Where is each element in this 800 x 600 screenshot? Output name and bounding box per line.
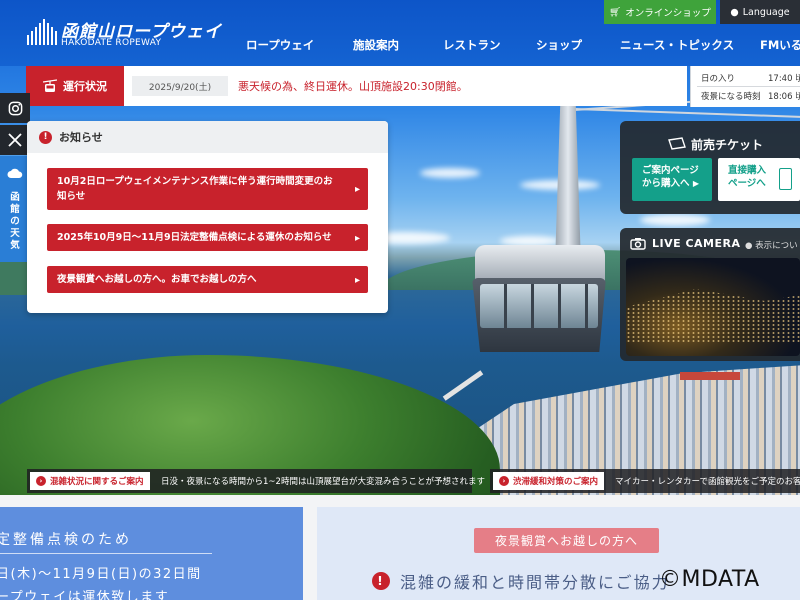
direct-purchase-button[interactable]: 直接購入 ページへ [718, 158, 800, 201]
night-view-time: 18:06 頃 [768, 92, 800, 102]
arrow-circle-icon: ▶ [692, 179, 699, 189]
live-camera-title: LIVE CAMERA [652, 237, 741, 250]
operation-status-tag: 運行状況 [26, 66, 124, 106]
status-date: 2025/9/20(土) [132, 76, 228, 96]
gondola-arm [555, 105, 581, 265]
ticker-label: › 混雑状況に関するご案内 [30, 472, 150, 490]
news-item-label: 2025年10月9日～11月9日法定整備点検による運休のお知らせ [57, 232, 332, 243]
guide-purchase-button[interactable]: ご案内ページ から購入へ ▶ [632, 158, 712, 201]
site-header: 函館山ロープウェイ HAKODATE ROPEWAY 🛒︎ オンラインショップ … [0, 0, 800, 66]
news-item-label: 夜景観賞へお越しの方へ。お車でお越しの方へ [57, 274, 257, 285]
status-message[interactable]: 悪天候の為、終日運休。山頂施設20:30閉館。 [238, 78, 468, 94]
site-logo[interactable]: 函館山ロープウェイ HAKODATE ROPEWAY [27, 16, 221, 50]
smartphone-icon [779, 168, 792, 190]
online-shop-button[interactable]: 🛒︎ オンラインショップ [604, 0, 716, 24]
exclamation-icon: ! [39, 130, 52, 144]
news-panel-header: ! お知らせ [27, 121, 388, 153]
nav-facilities[interactable]: 施設案内 [353, 37, 443, 53]
gondola-icon [43, 79, 57, 92]
arrow-circle-icon: › [36, 476, 46, 486]
news-panel-title: お知らせ [59, 131, 103, 144]
nav-fm[interactable]: FMいる [760, 37, 800, 53]
info-icon: ● [745, 241, 753, 251]
language-button[interactable]: ● Language [720, 0, 800, 24]
sunset-info: 日の入り 17:40 頃 夜景になる時刻 18:06 頃 [690, 66, 800, 107]
globe-icon: ● [730, 6, 739, 18]
weather-label: 函館の天気 [10, 192, 20, 251]
guide-purchase-line1: ご案内ページ [642, 165, 699, 176]
ticker-label-text: 渋滞緩和対策のご案内 [513, 477, 599, 487]
traffic-ticker[interactable]: › 渋滞緩和対策のご案内 マイカー・レンタカーで函館観光をご予定のお客様へ [490, 469, 800, 493]
arrow-right-icon: ▸ [354, 274, 360, 286]
guide-purchase-line2: から購入へ [642, 178, 690, 190]
live-camera-panel[interactable]: LIVE CAMERA ● 表示につい [620, 228, 800, 361]
night-view-label: 夜景になる時刻 [701, 92, 761, 102]
nav-restaurant[interactable]: レストラン [443, 37, 536, 53]
online-shop-label: オンラインショップ [625, 8, 711, 19]
arrow-circle-icon: › [499, 476, 509, 486]
language-label: Language [742, 6, 790, 18]
gondola-window [480, 284, 598, 328]
nav-shop[interactable]: ショップ [536, 37, 620, 53]
nav-ropeway[interactable]: ロープウェイ [246, 37, 353, 53]
ropeway-logo-icon [27, 19, 57, 45]
cart-icon: 🛒︎ [609, 6, 622, 18]
news-item[interactable]: 10月2日ロープウェイメンテナンス作業に伴う運行時間変更のお知らせ ▸ [47, 168, 368, 211]
instagram-link[interactable] [0, 93, 30, 123]
weather-link[interactable]: 函館の天気 [0, 156, 30, 262]
maintenance-line2: 日(木)～11月9日(日)の32日間 [0, 567, 202, 582]
advance-ticket-title: 前売チケット [691, 138, 764, 152]
ticker-text: 日没・夜景になる時間から1~2時間は山頂展望台が大変混み合うことが予想されます [161, 477, 485, 487]
logo-english-text: HAKODATE ROPEWAY [61, 38, 162, 48]
ticker-label: › 渋滞緩和対策のご案内 [493, 472, 605, 490]
live-camera-feed[interactable] [626, 258, 800, 356]
arrow-right-icon: ▸ [354, 232, 360, 244]
sunset-label: 日の入り [701, 74, 736, 84]
news-item-label: 10月2日ロープウェイメンテナンス作業に伴う運行時間変更のお知らせ [57, 176, 333, 203]
night-view-headline: ! 混雑の緩和と時間帯分散にご協力 [372, 569, 670, 593]
news-panel: ! お知らせ 10月2日ロープウェイメンテナンス作業に伴う運行時間変更のお知らせ… [27, 121, 388, 313]
operation-status-label: 運行状況 [63, 80, 107, 93]
ticket-icon [668, 137, 686, 150]
operation-status-bar[interactable]: 運行状況 2025/9/20(土) 悪天候の為、終日運休。山頂施設20:30閉館… [26, 66, 687, 106]
arrow-right-icon: ▸ [354, 184, 360, 196]
congestion-ticker[interactable]: › 混雑状況に関するご案内 日没・夜景になる時間から1~2時間は山頂展望台が大変… [27, 469, 485, 493]
news-item[interactable]: 夜景観賞へお越しの方へ。お車でお越しの方へ ▸ [47, 266, 368, 294]
cloud-icon [7, 168, 23, 178]
ticker-label-text: 混雑状況に関するご案内 [50, 477, 144, 487]
night-view-tag: 夜景観賞へお越しの方へ [474, 528, 659, 553]
sunset-time: 17:40 頃 [768, 74, 800, 84]
advance-ticket-panel: 前売チケット ご案内ページ から購入へ ▶ 直接購入 ページへ [620, 121, 800, 214]
maintenance-banner[interactable]: 定整備点検のため 日(木)～11月9日(日)の32日間 ープウェイは運休致します [0, 507, 303, 600]
global-nav: ロープウェイ 施設案内 レストラン ショップ ニュース・トピックス FMいる [246, 37, 800, 53]
ticker-text: マイカー・レンタカーで函館観光をご予定のお客様へ [615, 477, 800, 487]
maintenance-line1: 定整備点検のため [0, 532, 132, 548]
exclamation-icon: ! [372, 572, 390, 590]
x-icon [8, 133, 22, 147]
nav-news[interactable]: ニュース・トピックス [620, 37, 760, 53]
maintenance-line3: ープウェイは運休致します [0, 590, 170, 600]
live-camera-note-label: 表示につい [755, 241, 798, 251]
camera-icon [630, 238, 646, 250]
x-link[interactable] [0, 125, 30, 155]
night-view-headline-text: 混雑の緩和と時間帯分散にご協力 [400, 573, 670, 592]
instagram-icon [8, 101, 22, 115]
copyright-watermark: ©MDATA [659, 567, 760, 592]
news-item[interactable]: 2025年10月9日～11月9日法定整備点検による運休のお知らせ ▸ [47, 224, 368, 252]
live-camera-note[interactable]: ● 表示につい [745, 239, 798, 251]
